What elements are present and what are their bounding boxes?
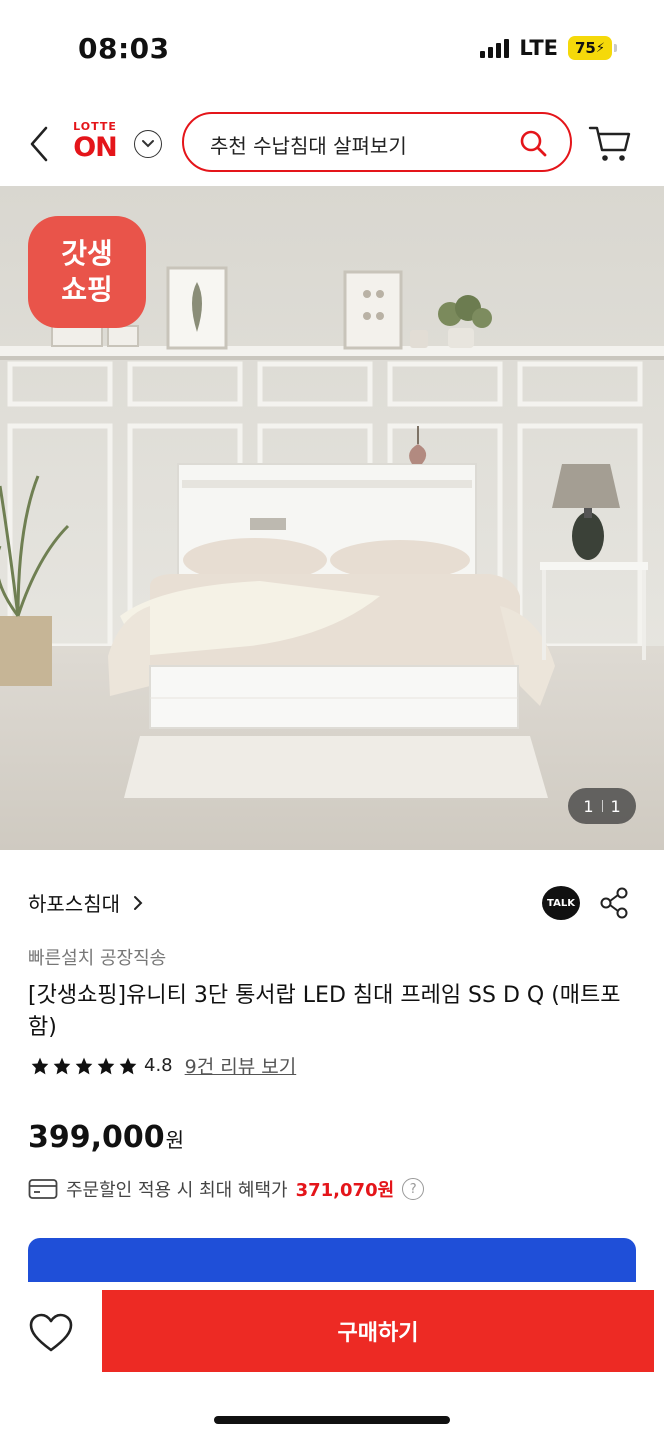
status-icons: LTE 75 ⚡ bbox=[480, 36, 617, 60]
price-unit: 원 bbox=[165, 1128, 185, 1152]
star-rating bbox=[30, 1056, 138, 1076]
rating-score: 4.8 bbox=[144, 1055, 173, 1076]
badge-line-2: 쇼핑 bbox=[61, 273, 113, 306]
brand-name: 하포스침대 bbox=[28, 892, 120, 916]
image-page-indicator: 1 1 bbox=[568, 788, 636, 824]
star-icon bbox=[75, 1057, 93, 1074]
search-icon[interactable] bbox=[518, 128, 548, 158]
lotte-on-logo[interactable]: LOTTE ON bbox=[68, 120, 122, 170]
product-subtitle: 빠른설치 공장직송 bbox=[28, 948, 167, 969]
price: 399,000 원 bbox=[28, 1120, 184, 1155]
review-link[interactable]: 9건 리뷰 보기 bbox=[185, 1052, 297, 1079]
network-label: LTE bbox=[519, 36, 558, 60]
logo-main-text: ON bbox=[73, 132, 118, 163]
signal-icon bbox=[480, 38, 510, 58]
star-icon bbox=[31, 1057, 49, 1074]
promo-banner[interactable] bbox=[28, 1238, 636, 1282]
brand-link[interactable]: 하포스침대 bbox=[28, 888, 144, 917]
chevron-down-icon bbox=[142, 140, 154, 148]
buy-button[interactable]: 구매하기 bbox=[102, 1290, 654, 1372]
card-icon bbox=[28, 1179, 58, 1199]
back-arrow-icon bbox=[30, 126, 48, 162]
star-icon bbox=[53, 1057, 71, 1074]
share-icon bbox=[600, 887, 628, 919]
app-header: LOTTE ON 추천 수납침대 살펴보기 bbox=[0, 108, 664, 180]
price-value: 399,000 bbox=[28, 1120, 165, 1155]
rating-row: 4.8 9건 리뷰 보기 bbox=[30, 1052, 296, 1079]
home-indicator bbox=[214, 1416, 450, 1424]
help-icon[interactable]: ? bbox=[402, 1178, 425, 1200]
battery-level: 75 bbox=[574, 39, 596, 57]
kakao-talk-share-button[interactable]: TALK bbox=[542, 886, 580, 920]
star-icon bbox=[97, 1057, 115, 1074]
page-current: 1 bbox=[583, 796, 594, 816]
page-total: 1 bbox=[610, 796, 621, 816]
promo-badge: 갓생 쇼핑 bbox=[28, 216, 146, 328]
benefit-label: 주문할인 적용 시 최대 혜택가 bbox=[66, 1180, 288, 1201]
badge-line-1: 갓생 bbox=[61, 237, 113, 270]
search-input[interactable]: 추천 수납침대 살펴보기 bbox=[210, 130, 407, 159]
wishlist-button[interactable] bbox=[28, 1312, 74, 1354]
page-separator bbox=[601, 800, 603, 812]
talk-label: TALK bbox=[547, 897, 575, 909]
battery-icon: 75 ⚡ bbox=[568, 36, 617, 60]
chevron-right-icon bbox=[134, 895, 143, 910]
search-bar[interactable]: 추천 수납침대 살펴보기 bbox=[182, 112, 572, 172]
benefit-price: 371,070원 bbox=[295, 1180, 395, 1201]
status-bar: 08:03 LTE 75 ⚡ bbox=[0, 0, 664, 100]
product-title: [갓생쇼핑]유니티 3단 통서랍 LED 침대 프레임 SS D Q (매트포함… bbox=[28, 983, 621, 1040]
heart-icon bbox=[29, 1313, 73, 1352]
status-time: 08:03 bbox=[78, 32, 170, 65]
mall-dropdown-button[interactable] bbox=[134, 130, 162, 158]
back-button[interactable] bbox=[22, 122, 58, 166]
cart-icon bbox=[588, 126, 631, 161]
benefit-price-row: 주문할인 적용 시 최대 혜택가 371,070원 ? bbox=[28, 1176, 425, 1202]
product-image-carousel[interactable]: 갓생 쇼핑 1 1 bbox=[0, 186, 664, 850]
star-icon bbox=[119, 1057, 137, 1074]
share-button[interactable] bbox=[598, 886, 630, 920]
cart-button[interactable] bbox=[588, 124, 632, 164]
bottom-action-bar: 구매하기 bbox=[0, 1282, 664, 1440]
